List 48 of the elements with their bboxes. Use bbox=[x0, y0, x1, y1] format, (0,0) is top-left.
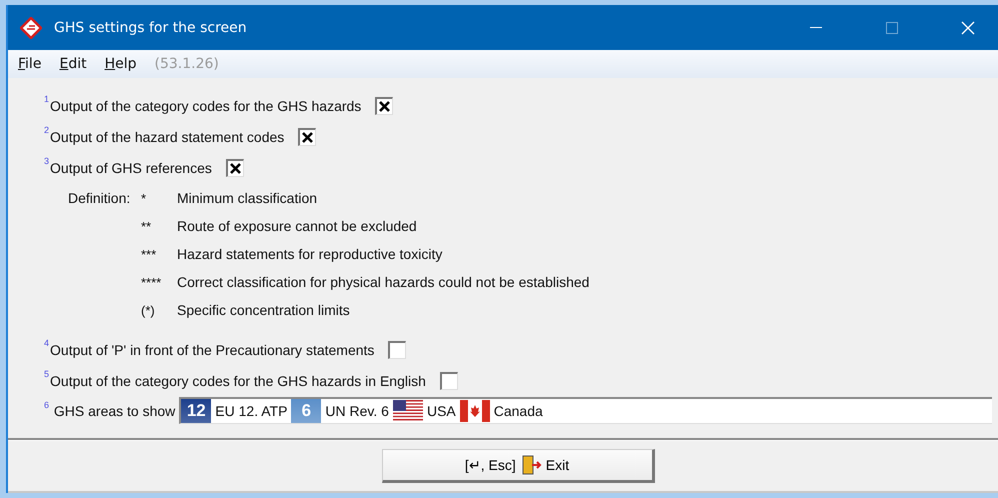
minimize-icon bbox=[810, 26, 822, 28]
definition-mark: **** bbox=[141, 274, 162, 290]
areas-label: GHS areas to show bbox=[52, 402, 176, 418]
option-label: Output of the hazard statement codes bbox=[50, 128, 284, 144]
footnote-number: 2 bbox=[44, 125, 50, 135]
checkbox[interactable] bbox=[226, 159, 244, 177]
exit-button[interactable]: [↵, Esc] Exit bbox=[382, 449, 654, 483]
definition-mark: (*) bbox=[141, 302, 156, 318]
flag-icon bbox=[392, 400, 423, 422]
menu-item[interactable]: Help bbox=[104, 56, 136, 72]
definition-text: Specific concentration limits bbox=[177, 302, 350, 318]
menu-item: (53.1.26) bbox=[154, 56, 219, 72]
area-name: Canada bbox=[494, 403, 543, 419]
checkbox[interactable] bbox=[298, 128, 316, 146]
version-badge: 6 bbox=[291, 399, 322, 423]
footnote-number: 1 bbox=[44, 94, 50, 104]
version-badge: 12 bbox=[181, 399, 212, 423]
area-name: EU 12. ATP bbox=[215, 403, 288, 419]
definition-mark: * bbox=[141, 190, 148, 206]
definition-mark: *** bbox=[141, 246, 158, 262]
option-label: Output of 'P' in front of the Precautionary statements bbox=[50, 342, 374, 358]
footnote-number: 4 bbox=[44, 338, 50, 348]
footnote-number: 5 bbox=[44, 369, 50, 379]
area-name: USA bbox=[426, 403, 456, 419]
footnote-number: 6 bbox=[44, 400, 50, 410]
areas-field[interactable]: 12 EU 12. ATP 6 UN Rev. 6 USA Canada bbox=[179, 397, 992, 424]
area-name: UN Rev. 6 bbox=[325, 403, 389, 419]
definition-text: Minimum classification bbox=[177, 190, 318, 206]
option-label: Output of the category codes for the GHS hazards bbox=[50, 98, 362, 114]
footnote-number: 3 bbox=[44, 156, 50, 166]
menu-item[interactable]: File bbox=[18, 56, 42, 72]
checkbox[interactable] bbox=[375, 96, 394, 114]
window-title: GHS settings for the screen bbox=[54, 20, 248, 36]
menu-item[interactable]: Edit bbox=[59, 56, 87, 72]
option-label: Output of GHS references bbox=[50, 160, 212, 176]
checkbox[interactable] bbox=[440, 372, 458, 390]
door-exit-icon bbox=[520, 454, 542, 476]
maximize-icon bbox=[886, 22, 898, 34]
checkbox[interactable] bbox=[388, 340, 406, 358]
option-label: Output of the category codes for the GHS hazards in English bbox=[50, 372, 426, 388]
definition-mark: ** bbox=[141, 218, 152, 234]
flag-icon bbox=[460, 400, 490, 422]
app-logo-icon bbox=[20, 16, 42, 38]
definition-text: Route of exposure cannot be excluded bbox=[177, 218, 417, 234]
definition-text: Hazard statements for reproductive toxicity bbox=[177, 246, 442, 262]
close-icon bbox=[961, 20, 975, 34]
definition-label: Definition: bbox=[67, 190, 132, 206]
definition-text: Correct classification for physical hazards could not be established bbox=[177, 274, 590, 290]
